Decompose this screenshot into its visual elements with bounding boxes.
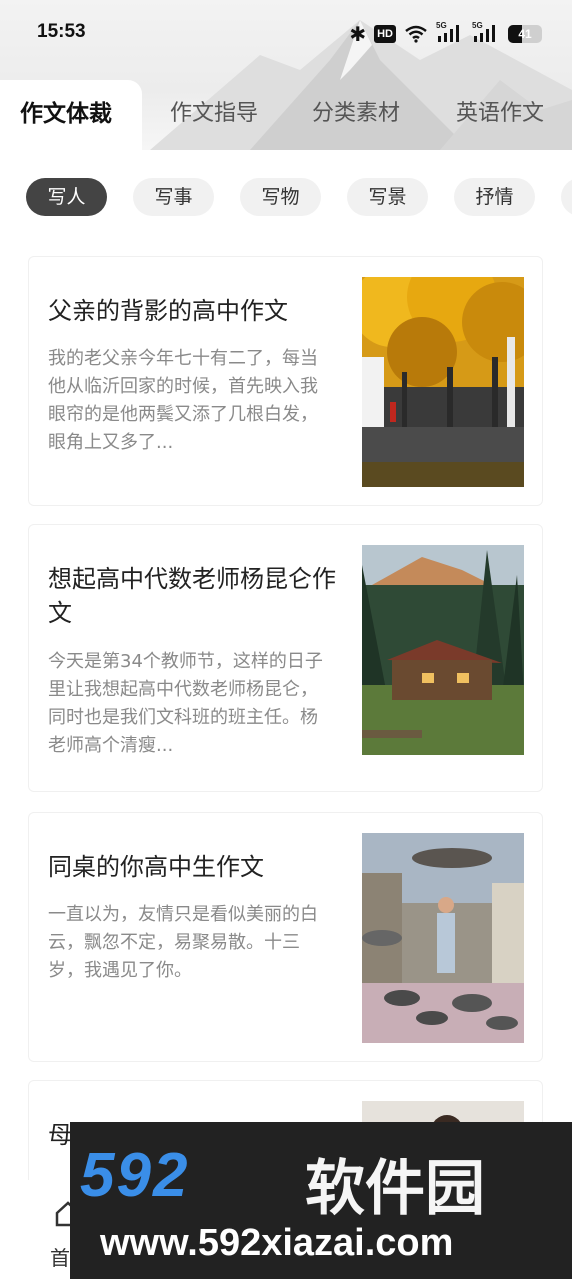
- category-tabs: 作文体裁 作文指导 分类素材 英语作文: [0, 80, 572, 150]
- article-thumbnail-autumn-trees: [362, 277, 524, 487]
- watermark-name: 软件园: [305, 1154, 485, 1224]
- battery-icon: 41: [508, 25, 542, 43]
- chip-more[interactable]: [561, 178, 572, 216]
- chip-write-person[interactable]: 写人: [26, 178, 107, 216]
- tab-material[interactable]: 分类素材: [312, 80, 400, 150]
- article-card[interactable]: 父亲的背影的高中作文 我的老父亲今年七十有二了，每当他从临沂回家的时候，首先映入…: [28, 256, 543, 506]
- article-title: 想起高中代数老师杨昆仑作文: [48, 565, 336, 627]
- tab-genre[interactable]: 作文体裁: [0, 80, 142, 150]
- chip-lyric[interactable]: 抒情: [454, 178, 535, 216]
- hd-badge: HD: [374, 25, 396, 43]
- site-watermark: 592 软件园 www.592xiazai.com: [70, 1122, 572, 1279]
- status-bar: 15:53 ✱ HD 5G 5G 41: [0, 0, 572, 70]
- article-thumbnail-mountain-cabin: [362, 545, 524, 755]
- bluetooth-icon: ✱: [349, 22, 367, 46]
- signal-bars-icon-2: [474, 25, 495, 42]
- watermark-url: www.592xiazai.com: [100, 1222, 454, 1264]
- subcategory-chips: 写人 写事 写物 写景 抒情: [0, 178, 572, 218]
- wifi-icon: [405, 25, 427, 43]
- tab-english[interactable]: 英语作文: [456, 80, 544, 150]
- tab-label: 英语作文: [456, 101, 545, 126]
- tab-label: 作文指导: [170, 101, 259, 126]
- article-thumbnail-pigeons-square: [362, 833, 524, 1043]
- chip-label: 抒情: [475, 186, 514, 208]
- tab-guide[interactable]: 作文指导: [170, 80, 258, 150]
- chip-label: 写人: [47, 186, 86, 208]
- article-title: 父亲的背影的高中作文: [48, 297, 288, 325]
- cell-signal-2: 5G: [472, 21, 500, 44]
- chip-write-scenery[interactable]: 写景: [347, 178, 428, 216]
- chip-write-object[interactable]: 写物: [240, 178, 321, 216]
- tab-label: 分类素材: [312, 101, 401, 126]
- chip-label: 写物: [261, 186, 300, 208]
- cell-signal-1: 5G: [436, 21, 464, 44]
- chip-write-event[interactable]: 写事: [133, 178, 214, 216]
- article-excerpt: 一直以为，友情只是看似美丽的白云，飘忽不定，易聚易散。十三岁，我遇见了你。: [48, 904, 318, 981]
- status-time: 15:53: [37, 21, 86, 42]
- chip-label: 写景: [368, 186, 407, 208]
- nav-home-label[interactable]: 首: [50, 1242, 70, 1271]
- article-card[interactable]: 同桌的你高中生作文 一直以为，友情只是看似美丽的白云，飘忽不定，易聚易散。十三岁…: [28, 812, 543, 1062]
- article-excerpt: 今天是第34个教师节，这样的日子里让我想起高中代数老师杨昆仑，同时也是我们文科班…: [48, 651, 323, 756]
- tab-label: 作文体裁: [20, 101, 112, 127]
- battery-level: 41: [518, 27, 532, 41]
- article-card[interactable]: 想起高中代数老师杨昆仑作文 今天是第34个教师节，这样的日子里让我想起高中代数老…: [28, 524, 543, 792]
- status-icons: ✱ HD 5G 5G 41: [349, 21, 542, 46]
- watermark-logo: 592: [80, 1141, 190, 1210]
- chip-label: 写事: [154, 186, 193, 208]
- article-excerpt: 我的老父亲今年七十有二了，每当他从临沂回家的时候，首先映入我眼帘的是他两鬓又添了…: [48, 348, 318, 453]
- article-title: 同桌的你高中生作文: [48, 853, 264, 881]
- signal-bars-icon: [438, 25, 459, 42]
